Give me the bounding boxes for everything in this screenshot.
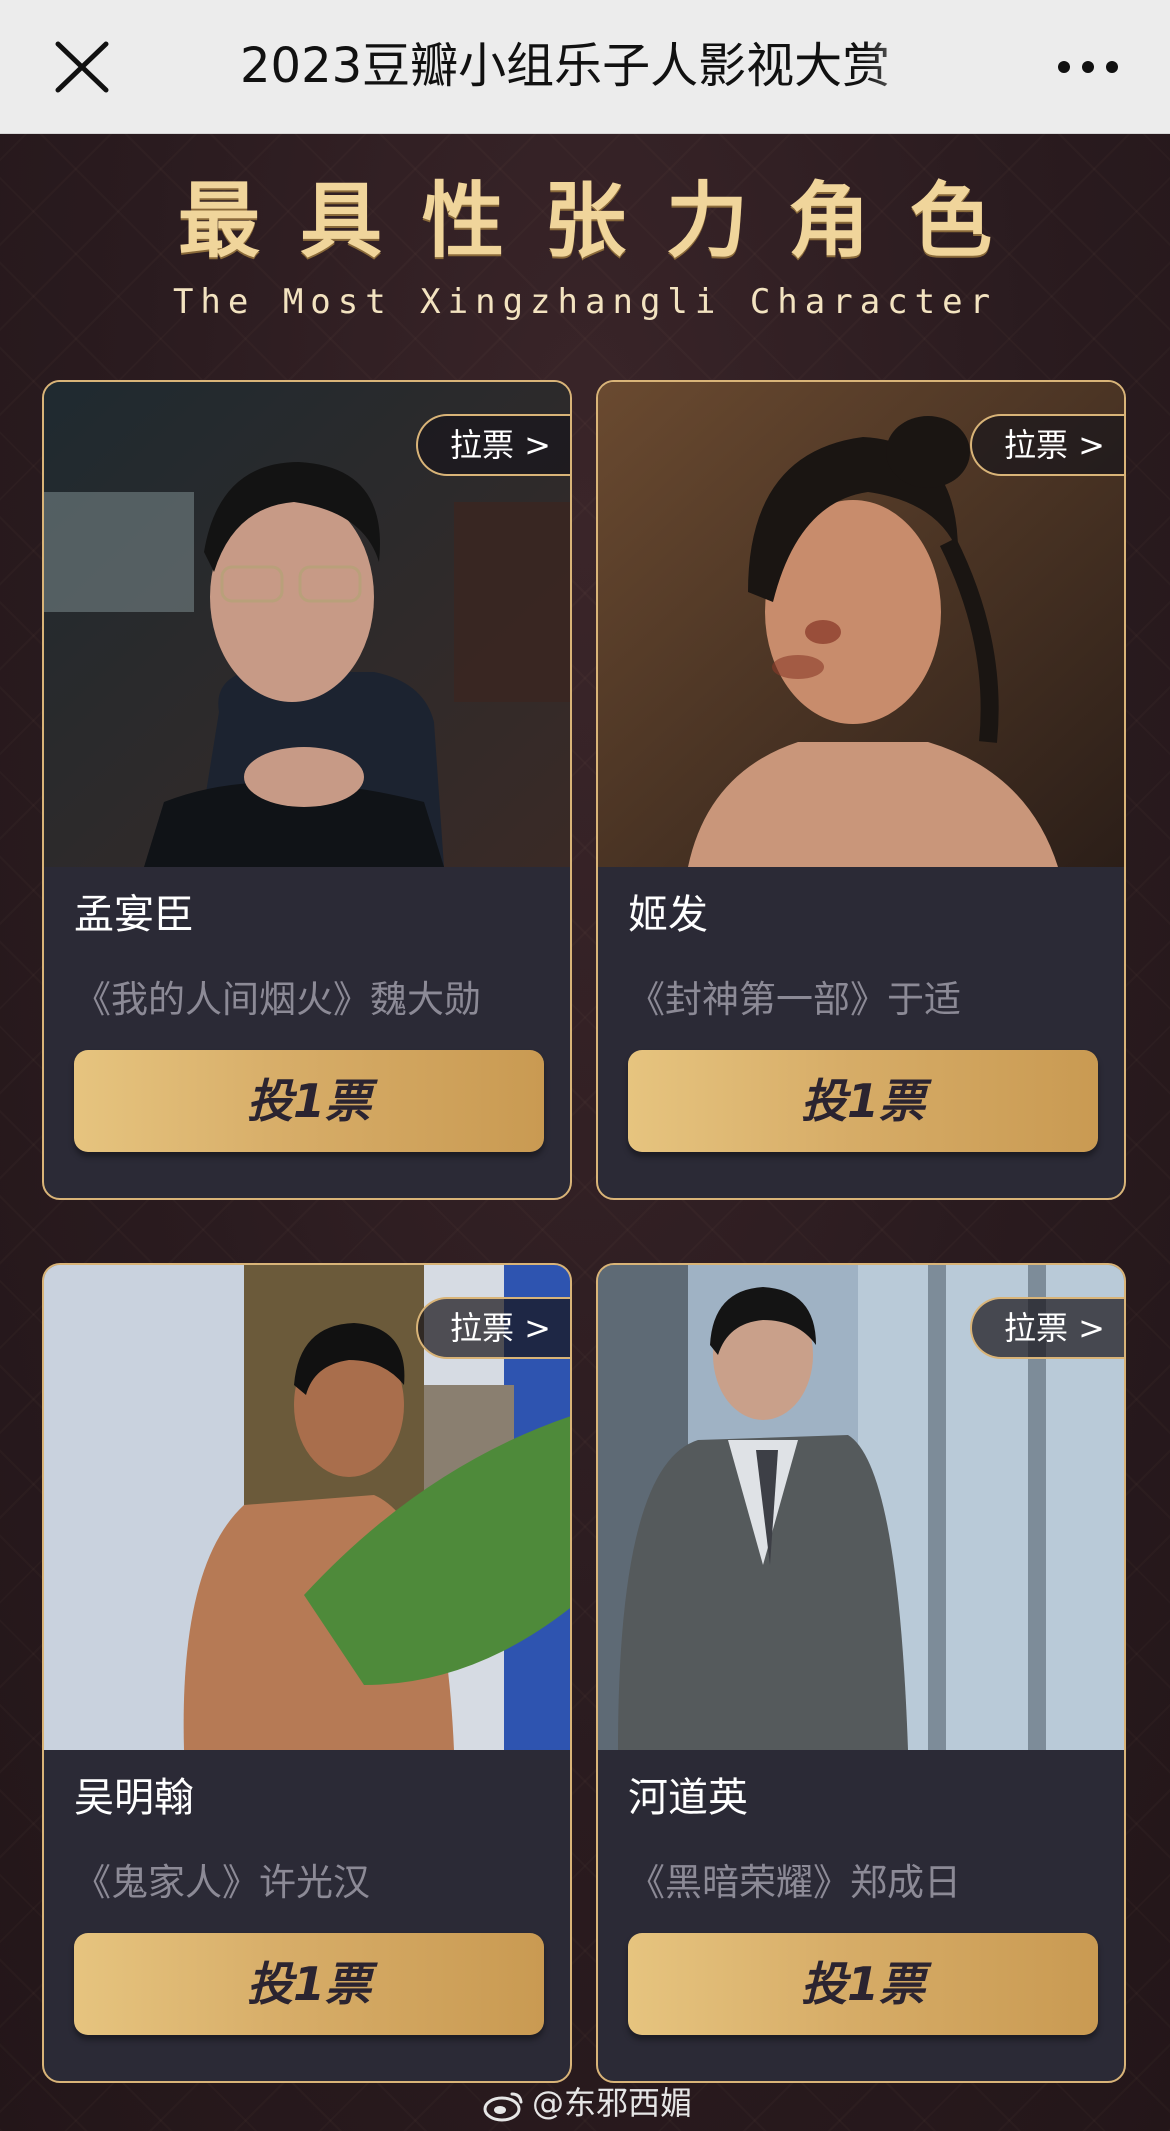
nominee-card: 拉票 > 姬发 《封神第一部》于适 投1票 bbox=[596, 380, 1126, 1200]
category-title: 最具性张力角色 bbox=[177, 174, 1032, 269]
close-icon bbox=[55, 41, 109, 93]
watermark-text: @东邪西媚 bbox=[532, 2084, 693, 2122]
nominee-name: 孟宴臣 bbox=[74, 892, 194, 938]
nominee-card: 拉票 > 吴明翰 《鬼家人》许光汉 投1票 bbox=[42, 1263, 572, 2083]
nominee-name: 吴明翰 bbox=[74, 1775, 194, 1821]
vote-button[interactable]: 投1票 bbox=[74, 1933, 544, 2035]
weibo-icon bbox=[483, 2092, 523, 2122]
close-button[interactable] bbox=[52, 38, 112, 96]
more-button[interactable] bbox=[1055, 50, 1121, 84]
category-subtitle: The Most Xingzhangli Character bbox=[172, 282, 998, 322]
nominee-role: 《封神第一部》于适 bbox=[628, 978, 961, 1021]
weibo-watermark: @东邪西媚 bbox=[482, 2080, 692, 2126]
page-title: 2023豆瓣小组乐子人影视大赏 bbox=[240, 38, 891, 94]
vote-button[interactable]: 投1票 bbox=[628, 1933, 1098, 2035]
award-page: 最具性张力角色 The Most Xingzhangli Character 拉… bbox=[0, 134, 1170, 2131]
nominee-role: 《我的人间烟火》魏大勋 bbox=[74, 978, 481, 1021]
pull-vote-button[interactable]: 拉票 > bbox=[416, 414, 570, 476]
nominee-card: 拉票 > 孟宴臣 《我的人间烟火》魏大勋 投1票 bbox=[42, 380, 572, 1200]
nominee-role: 《鬼家人》许光汉 bbox=[74, 1861, 370, 1904]
vote-button[interactable]: 投1票 bbox=[628, 1050, 1098, 1152]
pull-vote-button[interactable]: 拉票 > bbox=[970, 1297, 1124, 1359]
more-icon bbox=[1058, 61, 1118, 73]
nominee-card: 拉票 > 河道英 《黑暗荣耀》郑成日 投1票 bbox=[596, 1263, 1126, 2083]
nominee-name: 河道英 bbox=[628, 1775, 748, 1821]
top-bar: 2023豆瓣小组乐子人影视大赏 bbox=[0, 0, 1170, 134]
nominee-name: 姬发 bbox=[628, 892, 708, 938]
pull-vote-button[interactable]: 拉票 > bbox=[970, 414, 1124, 476]
pull-vote-button[interactable]: 拉票 > bbox=[416, 1297, 570, 1359]
vote-button[interactable]: 投1票 bbox=[74, 1050, 544, 1152]
nominee-role: 《黑暗荣耀》郑成日 bbox=[628, 1861, 961, 1904]
